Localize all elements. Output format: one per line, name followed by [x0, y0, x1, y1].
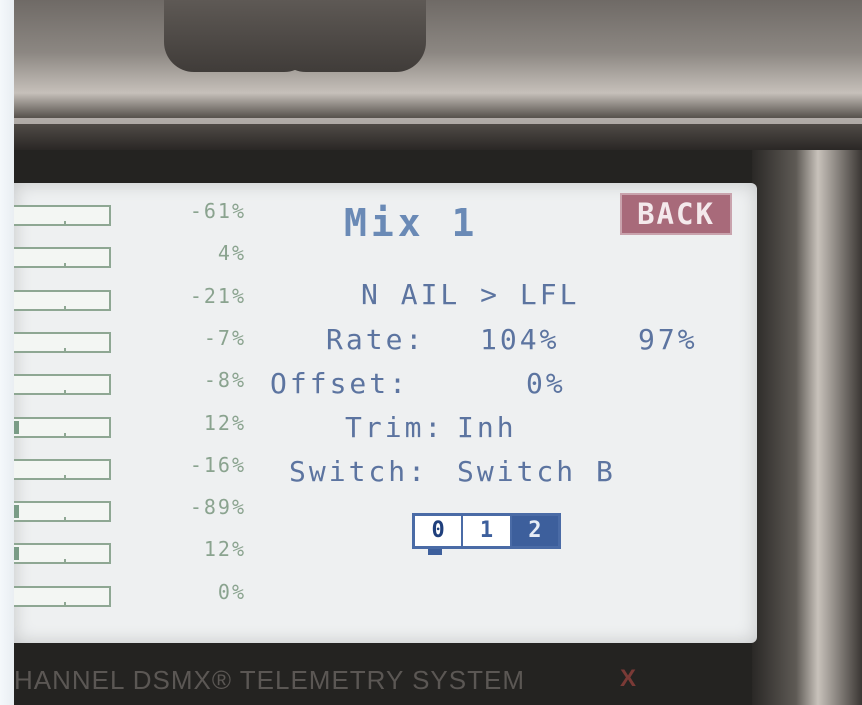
- channel-bar-center-tick: [64, 390, 66, 395]
- channel-percent: -7%: [203, 325, 246, 350]
- mix-path[interactable]: N AIL > LFL: [361, 278, 579, 311]
- channel-bar: [14, 501, 111, 523]
- channel-bar: [14, 458, 111, 480]
- channel-bar-center-tick: [64, 221, 66, 225]
- channel-bar: [14, 205, 111, 226]
- channel-bar-center-tick: [64, 517, 66, 522]
- channel-percent: -16%: [189, 452, 246, 477]
- housing-highlight: [14, 118, 862, 124]
- channel-percent: 12%: [203, 537, 246, 562]
- channel-bar-center-tick: [64, 432, 66, 437]
- channel-bar: [14, 374, 111, 396]
- channel-percent: -89%: [189, 495, 246, 520]
- channel-percent: -21%: [189, 283, 246, 308]
- channel-bar: [14, 289, 111, 311]
- channel-bar-center-tick: [64, 305, 66, 310]
- offset-value[interactable]: 0%: [526, 367, 566, 400]
- channel-percent: 12%: [203, 410, 246, 435]
- channel-bar-center-tick: [64, 474, 66, 479]
- device-footer-text: HANNEL DSMX® TELEMETRY SYSTEM: [14, 665, 525, 695]
- channel-percent: 0%: [217, 579, 246, 604]
- channel-percent: -8%: [203, 368, 246, 393]
- left-edge: [0, 0, 14, 705]
- channel-percent: 4%: [217, 241, 246, 266]
- channel-bar: [14, 543, 111, 565]
- channel-bar-center-tick: [64, 559, 66, 564]
- page-2-tab[interactable]: 2: [511, 516, 558, 546]
- channel-bar: [14, 585, 111, 607]
- channel-bar-fill: [14, 420, 19, 434]
- brand-logo: X: [620, 665, 637, 692]
- rate-value-1[interactable]: 104%: [480, 323, 559, 356]
- channel-bar-center-tick: [64, 601, 66, 606]
- page-title: Mix 1: [344, 201, 479, 245]
- switch-value[interactable]: Switch B: [457, 455, 616, 488]
- rate-value-2[interactable]: 97%: [638, 323, 698, 356]
- channel-bar: [14, 247, 111, 269]
- channel-bar-center-tick: [64, 347, 66, 352]
- trim-value[interactable]: Inh: [457, 411, 517, 444]
- page-1-tab[interactable]: 1: [463, 516, 512, 546]
- page-0-tab[interactable]: 0: [415, 516, 464, 546]
- channel-percent: -61%: [189, 199, 246, 223]
- switch-label: Switch:: [289, 455, 429, 488]
- housing-knob-right: [276, 0, 426, 72]
- channel-bar-fill: [14, 547, 19, 561]
- radio-top-housing: [14, 0, 862, 150]
- channel-bar-fill: [14, 505, 19, 519]
- channel-bar: [14, 416, 111, 438]
- channel-bar-center-tick: [64, 263, 66, 268]
- page-selector: 0 1 2: [412, 513, 561, 549]
- lcd-screen: -61% 4% -21% -7% -8% 12% -16% -89% 12% 0% Mix 1 B…: [14, 183, 757, 643]
- rate-label: Rate:: [326, 323, 426, 356]
- trim-label: Trim:: [345, 411, 445, 444]
- frame-right-edge: [752, 150, 862, 705]
- channel-bar: [14, 331, 111, 353]
- back-button[interactable]: BACK: [620, 193, 732, 235]
- offset-label: Offset:: [270, 367, 410, 400]
- page-indicator: [428, 549, 442, 555]
